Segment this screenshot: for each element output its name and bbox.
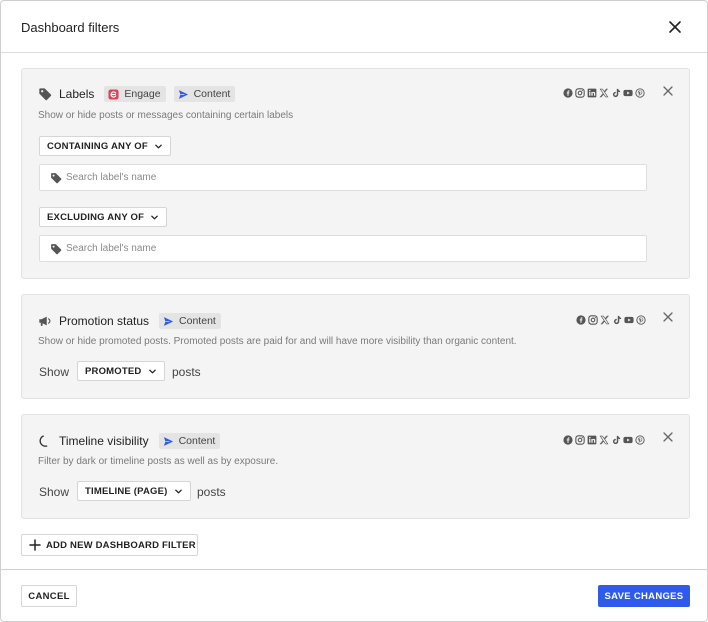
card-description: Show or hide posts or messages containin…: [38, 110, 294, 121]
tag-icon: [50, 172, 62, 184]
instagram-icon: [575, 88, 585, 98]
chevron-down-icon: [150, 213, 159, 222]
timeline-visibility-dropdown[interactable]: TIMELINE (PAGE): [77, 481, 191, 501]
engage-tag: Engage: [104, 86, 166, 102]
add-filter-label: ADD NEW DASHBOARD FILTER: [46, 539, 196, 551]
remove-filter-icon[interactable]: [663, 85, 673, 95]
include-labels-input[interactable]: [66, 172, 626, 183]
network-icons: [563, 435, 645, 445]
linkedin-icon: [587, 88, 597, 98]
content-tag: Content: [158, 433, 221, 449]
chevron-down-icon: [148, 367, 157, 376]
x-icon: [600, 315, 610, 325]
instagram-icon: [575, 435, 585, 445]
content-tag-label: Content: [193, 88, 231, 100]
tiktok-icon: [611, 435, 621, 445]
megaphone-icon: [38, 314, 52, 328]
include-labels-search[interactable]: [39, 164, 647, 191]
x-icon: [599, 435, 609, 445]
moon-icon: [38, 434, 52, 448]
pinterest-icon: [635, 88, 645, 98]
tiktok-icon: [611, 88, 621, 98]
card-header: Labels Engage Content: [38, 85, 243, 103]
remove-filter-icon[interactable]: [663, 311, 673, 321]
engage-tag-label: Engage: [124, 88, 161, 100]
save-changes-button[interactable]: SAVE CHANGES: [598, 585, 690, 607]
card-description: Show or hide promoted posts. Promoted po…: [38, 336, 517, 347]
chevron-down-icon: [174, 487, 183, 496]
instagram-icon: [588, 315, 598, 325]
send-icon: [163, 316, 174, 327]
filter-card-timeline-visibility: Timeline visibility Content Filter by da…: [21, 414, 690, 519]
excluding-any-of-dropdown[interactable]: EXCLUDING ANY OF: [39, 207, 168, 227]
card-header: Promotion status Content: [38, 312, 229, 330]
remove-filter-icon[interactable]: [663, 431, 673, 441]
promotion-status-dropdown[interactable]: PROMOTED: [77, 361, 165, 381]
filter-card-labels: Labels Engage Content Show or hide posts…: [21, 68, 690, 279]
network-icons: [563, 88, 645, 98]
dropdown-label: TIMELINE (PAGE): [85, 485, 168, 497]
chevron-down-icon: [154, 142, 163, 151]
content-tag: Content: [159, 313, 221, 329]
card-title: Labels: [59, 87, 95, 101]
modal-title: Dashboard filters: [21, 20, 120, 35]
send-icon: [163, 436, 174, 447]
dashboard-filters-modal: Dashboard filters Labels Engage Content: [0, 0, 708, 622]
show-label: Show: [39, 365, 70, 379]
filter-card-promotion-status: Promotion status Content Show or hide pr…: [21, 294, 690, 399]
card-title: Timeline visibility: [59, 434, 149, 448]
pinterest-icon: [635, 435, 645, 445]
dropdown-label: EXCLUDING ANY OF: [47, 211, 145, 223]
modal-header: Dashboard filters: [1, 1, 707, 53]
posts-label: posts: [197, 485, 226, 499]
modal-footer: CANCEL SAVE CHANGES: [1, 569, 707, 621]
dropdown-label: CONTAINING ANY OF: [47, 140, 148, 152]
dropdown-label: PROMOTED: [85, 365, 142, 377]
engage-icon: [108, 88, 119, 100]
card-header: Timeline visibility Content: [38, 432, 228, 450]
facebook-icon: [576, 315, 586, 325]
tag-icon: [38, 87, 52, 101]
card-description: Filter by dark or timeline posts as well…: [38, 456, 279, 467]
network-icons: [576, 315, 646, 325]
x-icon: [599, 88, 609, 98]
add-dashboard-filter-button[interactable]: ADD NEW DASHBOARD FILTER: [21, 534, 198, 556]
content-tag-label: Content: [178, 435, 216, 447]
youtube-icon: [624, 315, 634, 325]
show-label: Show: [39, 485, 70, 499]
exclude-labels-input[interactable]: [66, 243, 626, 254]
tag-icon: [50, 243, 62, 255]
card-title: Promotion status: [59, 314, 150, 328]
close-icon[interactable]: [667, 19, 683, 35]
content-tag: Content: [173, 86, 236, 102]
send-icon: [178, 89, 189, 100]
posts-label: posts: [172, 365, 201, 379]
plus-icon: [29, 539, 41, 551]
youtube-icon: [623, 435, 633, 445]
exclude-labels-search[interactable]: [39, 235, 647, 262]
content-tag-label: Content: [179, 315, 216, 327]
pinterest-icon: [636, 315, 646, 325]
linkedin-icon: [587, 435, 597, 445]
facebook-icon: [563, 435, 573, 445]
containing-any-of-dropdown[interactable]: CONTAINING ANY OF: [39, 136, 171, 156]
cancel-button[interactable]: CANCEL: [21, 585, 77, 607]
youtube-icon: [623, 88, 633, 98]
tiktok-icon: [612, 315, 622, 325]
facebook-icon: [563, 88, 573, 98]
